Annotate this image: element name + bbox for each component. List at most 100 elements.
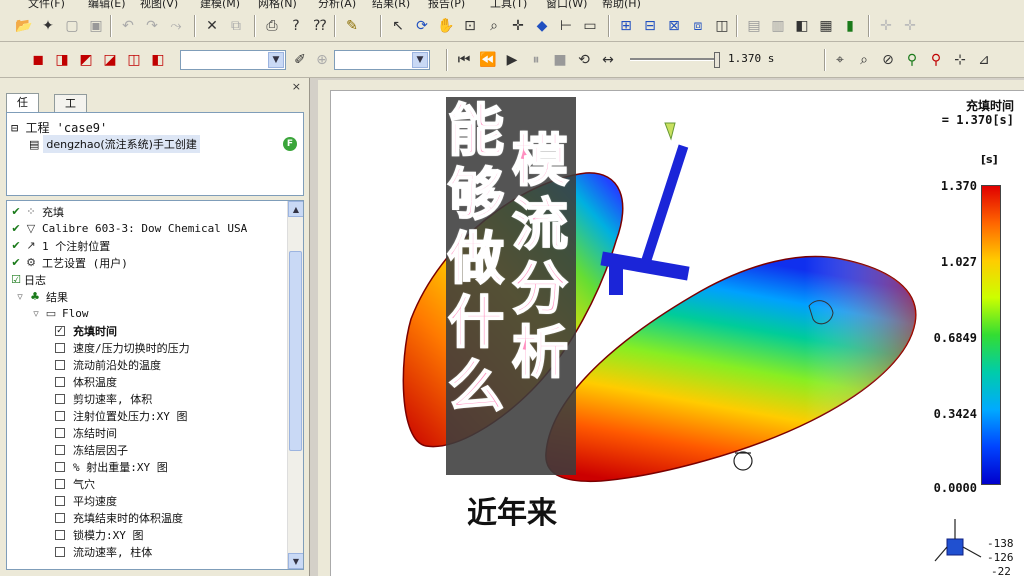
result-checkbox[interactable] <box>55 461 65 472</box>
result-item[interactable]: 体积温度 <box>55 373 117 390</box>
save-icon[interactable]: ▣ <box>86 16 106 36</box>
close-icon[interactable]: × <box>292 80 301 93</box>
arrow-left-icon[interactable]: ◆ <box>532 16 552 36</box>
measure-icon[interactable]: ⊢ <box>556 16 576 36</box>
cube-top-icon[interactable]: ◪ <box>100 50 120 70</box>
result-checkbox[interactable] <box>55 376 65 387</box>
wizard-icon[interactable]: ✎ <box>342 16 362 36</box>
export-icon[interactable]: ⊿ <box>974 50 994 70</box>
copy-icon[interactable]: ⧉ <box>226 16 246 36</box>
plot-props-icon[interactable]: ⊘ <box>878 50 898 70</box>
task-item[interactable]: ✔ ⚙ 工艺设置 (用户) <box>11 254 127 271</box>
query-icon[interactable]: ⌖ <box>830 50 850 70</box>
gate-icon[interactable]: ⚲ <box>902 50 922 70</box>
pan-icon[interactable]: ✋ <box>436 16 456 36</box>
property-icon[interactable]: ✐ <box>290 50 310 70</box>
result-item[interactable]: 注射位置处压力:XY 图 <box>55 407 188 424</box>
result-item[interactable]: 剪切速率, 体积 <box>55 390 152 407</box>
cube-side-icon[interactable]: ◩ <box>76 50 96 70</box>
view-top-icon[interactable]: ⊟ <box>640 16 660 36</box>
tab-tools[interactable]: 工具 <box>54 94 87 127</box>
redo-icon[interactable]: ↷ <box>142 16 162 36</box>
result-item[interactable]: ✓ 充填时间 <box>55 322 117 339</box>
tab-tasks[interactable]: 任务 <box>6 93 39 126</box>
query-result-icon[interactable]: ⌕ <box>854 50 874 70</box>
result-item[interactable]: 速度/压力切换时的压力 <box>55 339 190 356</box>
task-item[interactable]: ☑ 日志 <box>11 271 46 288</box>
result-checkbox[interactable] <box>55 546 65 557</box>
filter-icon[interactable]: ⊕ <box>312 50 332 70</box>
display-icon[interactable]: ▮ <box>840 16 860 36</box>
help-icon[interactable]: ? <box>286 16 306 36</box>
result-checkbox[interactable] <box>55 478 65 489</box>
animate-start-icon[interactable]: ⏮ <box>454 50 474 70</box>
undo-icon[interactable]: ↶ <box>118 16 138 36</box>
zoom-icon[interactable]: ⌕ <box>484 16 504 36</box>
import-icon[interactable]: ✦ <box>38 16 58 36</box>
menu-results[interactable]: 结果(R) <box>372 0 410 10</box>
view-front-icon[interactable]: ⊞ <box>616 16 636 36</box>
cube-front-icon[interactable]: ◨ <box>52 50 72 70</box>
menu-tools[interactable]: 工具(T) <box>490 0 527 10</box>
select-icon[interactable]: ↖ <box>388 16 408 36</box>
task-item[interactable]: ✔ ↗ 1 个注射位置 <box>11 237 110 254</box>
scroll-up-icon[interactable]: ▲ <box>288 201 303 217</box>
result-checkbox[interactable] <box>55 393 65 404</box>
project-root[interactable]: ⊟ 工程 'case9' <box>11 119 107 136</box>
result-checkbox[interactable] <box>55 359 65 370</box>
task-item[interactable]: ✔ ▽ Calibre 603-3: Dow Chemical USA <box>11 220 247 237</box>
result-checkbox[interactable] <box>55 410 65 421</box>
result-checkbox[interactable] <box>55 427 65 438</box>
result-select[interactable]: ▼ <box>334 50 430 70</box>
result-checkbox[interactable]: ✓ <box>55 325 65 336</box>
animate-back-icon[interactable]: ⏪ <box>478 50 498 70</box>
cooling-icon[interactable]: ⚲ <box>926 50 946 70</box>
task-item[interactable]: ▿ ▭ Flow <box>31 305 88 322</box>
zoom-box-icon[interactable]: ⊡ <box>460 16 480 36</box>
scroll-down-icon[interactable]: ▼ <box>288 553 303 569</box>
print-icon[interactable]: ⎙ <box>262 16 282 36</box>
menu-analysis[interactable]: 分析(A) <box>318 0 356 10</box>
animation-slider-thumb[interactable] <box>714 52 720 68</box>
menu-modeling[interactable]: 建模(M) <box>200 0 240 10</box>
layer-new-icon[interactable]: ▥ <box>768 16 788 36</box>
layers-icon[interactable]: ▤ <box>744 16 764 36</box>
result-checkbox[interactable] <box>55 342 65 353</box>
menu-file[interactable]: 文件(F) <box>28 0 65 10</box>
result-item[interactable]: 流动前沿处的温度 <box>55 356 161 373</box>
cube-iso-icon[interactable]: ◫ <box>124 50 144 70</box>
view-side-icon[interactable]: ⊠ <box>664 16 684 36</box>
task-item[interactable]: ▿ ♣ 结果 <box>15 288 68 305</box>
menu-report[interactable]: 报告(P) <box>428 0 465 10</box>
shade-icon[interactable]: ◧ <box>792 16 812 36</box>
probe-icon[interactable]: ⊹ <box>950 50 970 70</box>
menu-view[interactable]: 视图(V) <box>140 0 178 10</box>
result-item[interactable]: % 射出重量:XY 图 <box>55 458 168 475</box>
play-icon[interactable]: ▶ <box>502 50 522 70</box>
center-icon[interactable]: ✛ <box>508 16 528 36</box>
cube-red-icon[interactable]: ◼ <box>28 50 48 70</box>
move-alt-icon[interactable]: ✛ <box>900 16 920 36</box>
view-iso-icon[interactable]: ⧈ <box>688 16 708 36</box>
result-item[interactable]: 冻结时间 <box>55 424 117 441</box>
move-icon[interactable]: ✛ <box>876 16 896 36</box>
expand-icon[interactable]: ▿ <box>15 290 25 303</box>
result-checkbox[interactable] <box>55 444 65 455</box>
pause-icon[interactable]: ⏸ <box>526 50 546 70</box>
study-item[interactable]: ▤ dengzhao(流注系统)手工创建 <box>29 135 200 153</box>
menu-edit[interactable]: 编辑(E) <box>88 0 126 10</box>
rotate-icon[interactable]: ⟳ <box>412 16 432 36</box>
view-reset-icon[interactable]: ◫ <box>712 16 732 36</box>
expand-icon[interactable]: ▿ <box>31 307 41 320</box>
loop-icon[interactable]: ⟲ <box>574 50 594 70</box>
scroll-thumb[interactable] <box>289 251 302 451</box>
layer-select[interactable]: ▼ <box>180 50 286 70</box>
menu-window[interactable]: 窗口(W) <box>546 0 587 10</box>
stop-icon[interactable]: ■ <box>550 50 570 70</box>
result-item[interactable]: 冻结层因子 <box>55 441 128 458</box>
delete-icon[interactable]: ✕ <box>202 16 222 36</box>
task-item[interactable]: ✔ ⁘ 充填 <box>11 203 64 220</box>
bounce-icon[interactable]: ↔ <box>598 50 618 70</box>
cube-all-icon[interactable]: ◧ <box>148 50 168 70</box>
open-icon[interactable]: 📂 <box>14 16 34 36</box>
